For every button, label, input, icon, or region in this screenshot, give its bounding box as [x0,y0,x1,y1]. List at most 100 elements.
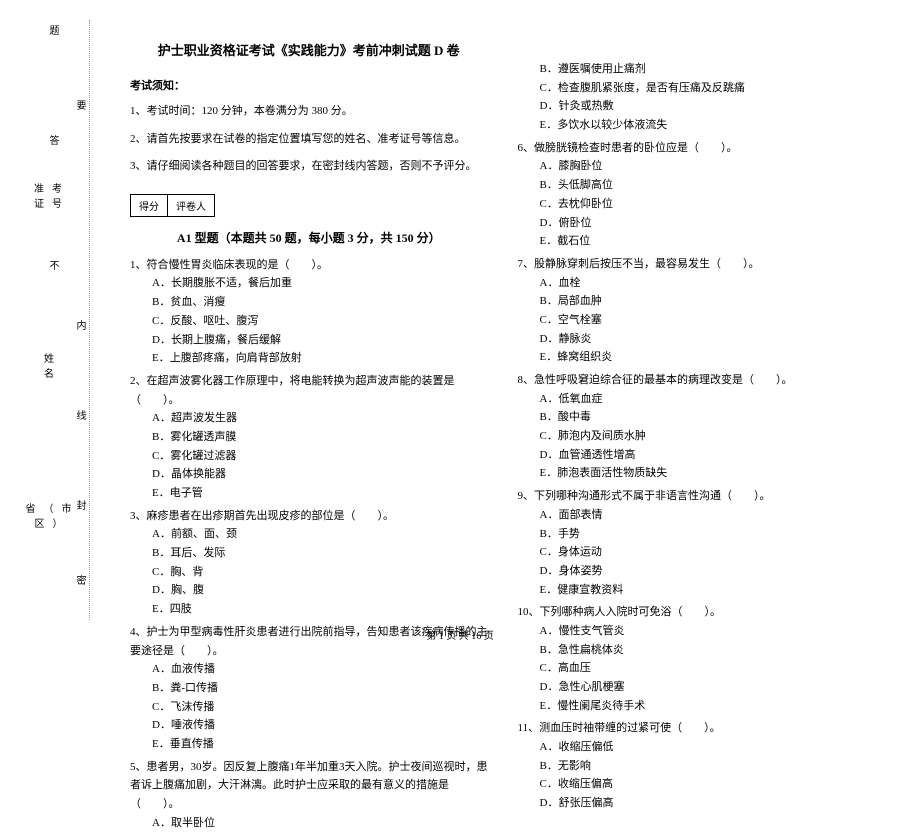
question-option: B．头低脚高位 [518,176,876,195]
question-block: 3、麻疹患者在出疹期首先出现皮疹的部位是（ ）。 A．前额、面、颈 B．耳后、发… [130,507,488,619]
question-block: 5、患者男，30岁。因反复上腹痛1年半加重3天入院。护士夜间巡视时，患者诉上腹痛… [130,758,488,832]
question-option: E．多饮水以较少体液流失 [518,116,876,135]
seal-label: 内 [72,320,87,330]
question-option: E．垂直传播 [130,735,488,754]
question-option: C．雾化罐过滤器 [130,447,488,466]
question-option: A．收缩压偏低 [518,738,876,757]
question-option: A．面部表情 [518,506,876,525]
page-footer: 第 1 页 共 16 页 [0,627,920,642]
binding-label: 题 [45,25,60,43]
question-option: B．遵医嘱使用止痛剂 [518,60,876,79]
question-option: C．收缩压偏高 [518,775,876,794]
binding-label: 不 [45,260,60,278]
question-option: E．健康宣教资料 [518,581,876,600]
seal-label: 线 [72,410,87,420]
question-stem: 5、患者男，30岁。因反复上腹痛1年半加重3天入院。护士夜间巡视时，患者诉上腹痛… [130,758,488,814]
section-title: A1 型题（本题共 50 题，每小题 3 分，共 150 分） [130,229,488,246]
notice-item: 3、请仔细阅读各种题目的回答要求，在密封线内答题，否则不予评分。 [130,158,488,176]
question-block: 9、下列哪种沟通形式不属于非语言性沟通（ ）。 A．面部表情 B．手势 C．身体… [518,487,876,599]
question-option: A．长期腹胀不适，餐后加重 [130,274,488,293]
question-stem: 9、下列哪种沟通形式不属于非语言性沟通（ ）。 [518,487,876,506]
binding-label-id: 准考证号 [32,180,72,210]
question-block: 7、股静脉穿刺后按压不当，最容易发生（ ）。 A．血栓 B．局部血肿 C．空气栓… [518,255,876,367]
question-option: C．空气栓塞 [518,311,876,330]
question-option: B．手势 [518,525,876,544]
question-block: 11、测血压时袖带缠的过紧可使（ ）。 A．收缩压偏低 B．无影响 C．收缩压偏… [518,719,876,812]
question-option: E．上腹部疼痛，向肩背部放射 [130,349,488,368]
right-column: B．遵医嘱使用止痛剂 C．检查腹肌紧张度，是否有压痛及反跳痛 D．针灸或热敷 E… [503,20,891,620]
question-option: E．慢性阑尾炎待手术 [518,697,876,716]
question-option: E．肺泡表面活性物质缺失 [518,464,876,483]
question-option: C．反酸、呕吐、腹泻 [130,312,488,331]
question-stem: 1、符合慢性胃炎临床表现的是（ ）。 [130,256,488,275]
question-option: C．去枕仰卧位 [518,195,876,214]
question-option: D．胸、腹 [130,581,488,600]
question-option: D．身体姿势 [518,562,876,581]
question-option: B．雾化罐透声膜 [130,428,488,447]
question-option: D．俯卧位 [518,214,876,233]
question-option: B．贫血、消瘦 [130,293,488,312]
question-option: A．超声波发生器 [130,409,488,428]
question-block: 1、符合慢性胃炎临床表现的是（ ）。 A．长期腹胀不适，餐后加重 B．贫血、消瘦… [130,256,488,368]
question-block: 8、急性呼吸窘迫综合征的最基本的病理改变是（ ）。 A．低氧血症 B．酸中毒 C… [518,371,876,483]
question-option: E．电子管 [130,484,488,503]
question-option: D．急性心肌梗塞 [518,678,876,697]
question-option: C．高血压 [518,659,876,678]
binding-label-name: 姓名 [38,350,68,380]
question-option: D．舒张压偏高 [518,794,876,813]
seal-label: 封 [72,500,87,510]
question-option: E．蜂窝组织炎 [518,348,876,367]
question-option: E．四肢 [130,600,488,619]
content-area: 护士职业资格证考试《实践能力》考前冲刺试题 D 卷 考试须知： 1、考试时间：1… [90,20,890,620]
question-stem: 11、测血压时袖带缠的过紧可使（ ）。 [518,719,876,738]
question-option: A．取半卧位 [130,814,488,832]
question-stem: 10、下列哪种病人入院时可免浴（ ）。 [518,603,876,622]
question-stem: 6、做膀胱镜检查时患者的卧位应是（ ）。 [518,139,876,158]
question-option: D．静脉炎 [518,330,876,349]
notice-item: 1、考试时间：120 分钟，本卷满分为 380 分。 [130,103,488,121]
left-column: 护士职业资格证考试《实践能力》考前冲刺试题 D 卷 考试须知： 1、考试时间：1… [115,20,503,620]
score-box: 得分 评卷人 [130,194,215,217]
question-option: A．血液传播 [130,660,488,679]
question-option: D．血管通透性增高 [518,446,876,465]
question-option: D．晶体换能器 [130,465,488,484]
question-block: 10、下列哪种病人入院时可免浴（ ）。 A．慢性支气管炎 B．急性扁桃体炎 C．… [518,603,876,715]
score-cell-grader: 评卷人 [168,195,214,216]
question-option: A．血栓 [518,274,876,293]
seal-label: 密 [72,575,87,585]
question-option: B．耳后、发际 [130,544,488,563]
binding-labels: 题 答 准考证号 不 姓名 省（市区） 要 内 线 封 密 [30,20,90,620]
question-option: B．无影响 [518,757,876,776]
question-block: 6、做膀胱镜检查时患者的卧位应是（ ）。 A．膝胸卧位 B．头低脚高位 C．去枕… [518,139,876,251]
question-option: E．截石位 [518,232,876,251]
question-option: A．低氧血症 [518,390,876,409]
page-container: 题 答 准考证号 不 姓名 省（市区） 要 内 线 封 密 护士职业资格证考试《… [0,0,920,650]
question-stem: 8、急性呼吸窘迫综合征的最基本的病理改变是（ ）。 [518,371,876,390]
question-block: 2、在超声波雾化器工作原理中，将电能转换为超声波声能的装置是（ ）。 A．超声波… [130,372,488,503]
question-option: A．前额、面、颈 [130,525,488,544]
binding-label: 答 [45,135,60,153]
seal-label: 要 [72,100,87,110]
question-option: B．酸中毒 [518,408,876,427]
question-option: C．检查腹肌紧张度，是否有压痛及反跳痛 [518,79,876,98]
question-option: C．胸、背 [130,563,488,582]
question-option: D．针灸或热敷 [518,97,876,116]
question-stem: 3、麻疹患者在出疹期首先出现皮疹的部位是（ ）。 [130,507,488,526]
score-cell-score: 得分 [131,195,168,216]
binding-margin: 题 答 准考证号 不 姓名 省（市区） 要 内 线 封 密 [30,20,90,620]
notice-item: 2、请首先按要求在试卷的指定位置填写您的姓名、准考证号等信息。 [130,131,488,149]
question-option: D．唾液传播 [130,716,488,735]
question-stem: 2、在超声波雾化器工作原理中，将电能转换为超声波声能的装置是（ ）。 [130,372,488,409]
question-stem: 7、股静脉穿刺后按压不当，最容易发生（ ）。 [518,255,876,274]
notice-heading: 考试须知： [130,77,488,93]
question-option: C．飞沫传播 [130,698,488,717]
question-option: D．长期上腹痛，餐后缓解 [130,331,488,350]
question-option: B．局部血肿 [518,292,876,311]
question-option: C．肺泡内及间质水肿 [518,427,876,446]
question-continuation: B．遵医嘱使用止痛剂 C．检查腹肌紧张度，是否有压痛及反跳痛 D．针灸或热敷 E… [518,60,876,135]
question-option: B．粪-口传播 [130,679,488,698]
question-option: C．身体运动 [518,543,876,562]
question-option: A．膝胸卧位 [518,157,876,176]
exam-title: 护士职业资格证考试《实践能力》考前冲刺试题 D 卷 [130,40,488,59]
question-block: 4、护士为甲型病毒性肝炎患者进行出院前指导，告知患者该疾病传播的主要途径是（ ）… [130,623,488,754]
